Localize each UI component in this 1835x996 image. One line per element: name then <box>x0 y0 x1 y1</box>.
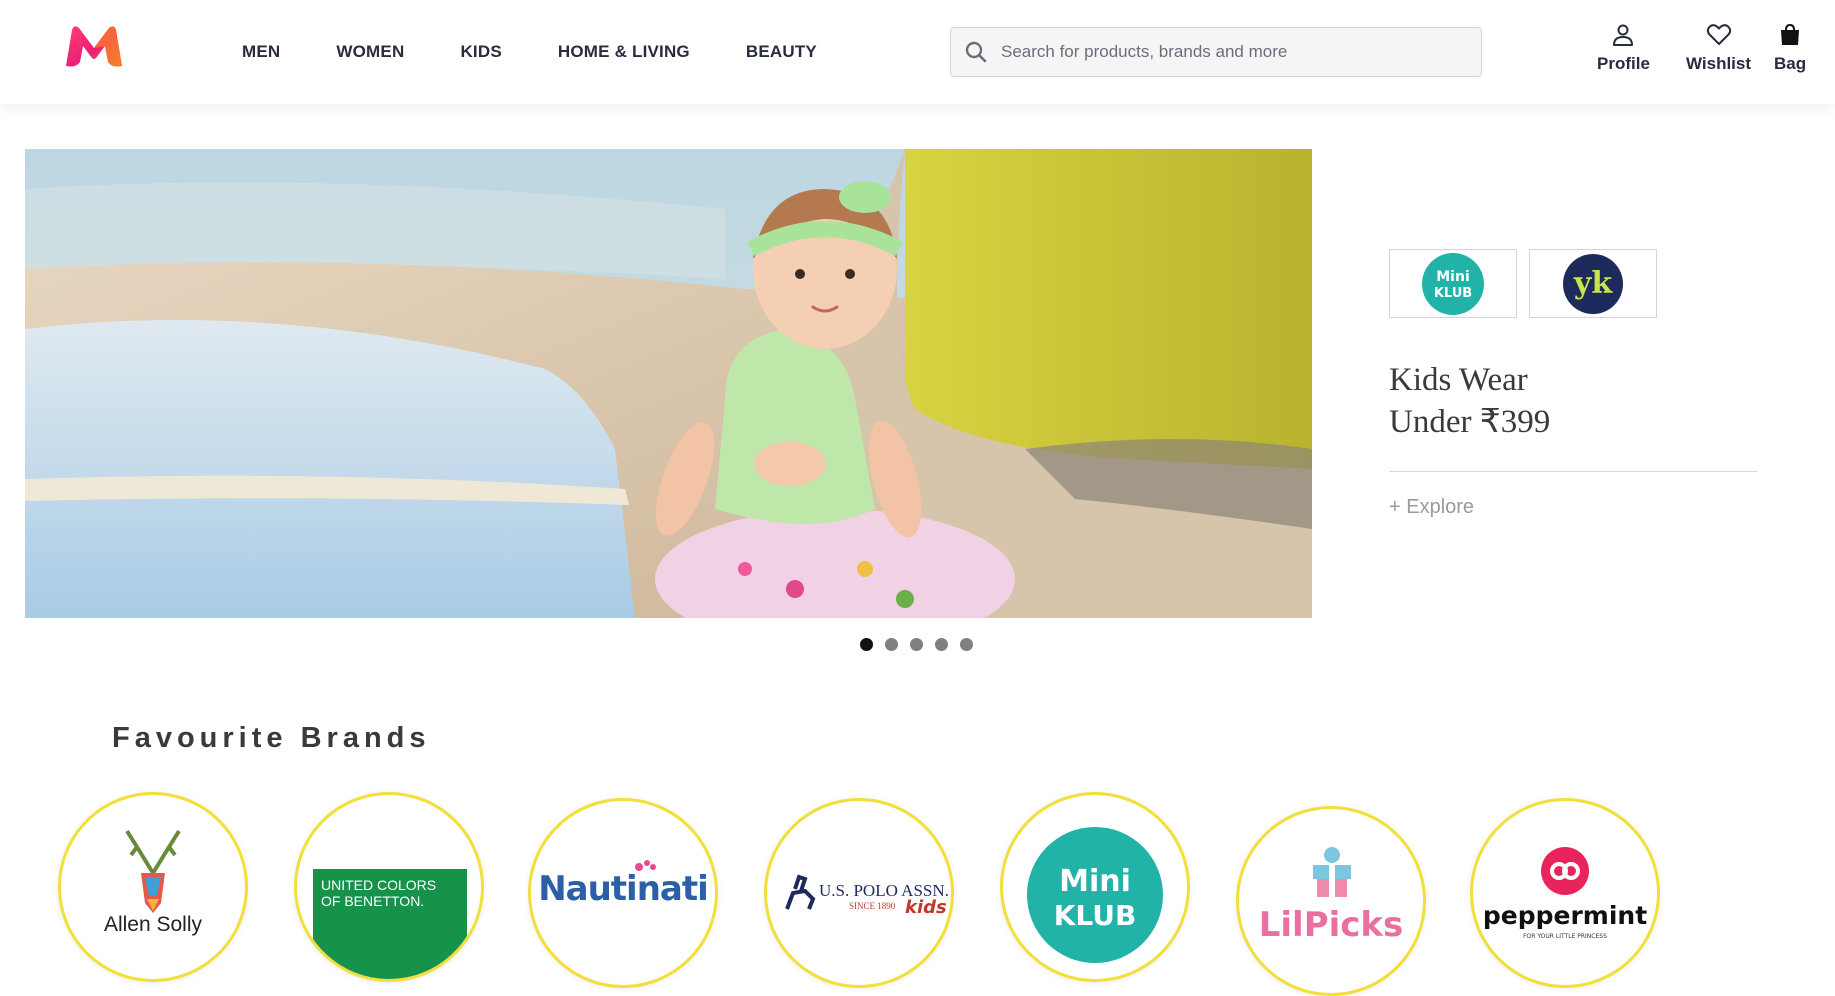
search-icon[interactable] <box>951 28 1001 76</box>
myntra-logo-icon[interactable] <box>62 22 126 70</box>
promo-brand-mini-klub[interactable]: Mini KLUB <box>1389 249 1517 318</box>
brand-circle: Allen Solly <box>58 792 248 982</box>
polo-player-icon <box>785 874 816 910</box>
wishlist-button[interactable]: Wishlist <box>1686 22 1751 74</box>
profile-button[interactable]: Profile <box>1597 22 1650 74</box>
brand-circle: peppermint FOR YOUR LITTLE PRINCESS <box>1470 798 1660 988</box>
nav-item-men[interactable]: MEN <box>242 42 280 62</box>
carousel-dot-3[interactable] <box>910 638 923 651</box>
svg-text:yk: yk <box>1573 266 1613 301</box>
peppermint-logo-text: peppermint <box>1482 901 1648 930</box>
user-icon <box>1611 22 1635 48</box>
promo-title: Kids Wear Under ₹399 <box>1389 359 1550 443</box>
promo-divider <box>1389 471 1757 472</box>
brand-tile-us-polo[interactable]: U.S. POLO ASSN. SINCE 1890 kids <box>748 784 984 988</box>
mini-klub-brand-logo: Mini KLUB <box>1027 827 1163 963</box>
mini-klub-logo: Mini KLUB <box>1422 252 1484 315</box>
benetton-logo-text: UNITED COLORS OF BENETTON. <box>321 877 437 909</box>
carousel-dot-5[interactable] <box>960 638 973 651</box>
carousel-dot-2[interactable] <box>885 638 898 651</box>
brand-tile-allen-solly[interactable]: Allen Solly <box>40 784 276 982</box>
brand-circle: LilPicks <box>1236 806 1426 996</box>
hero-banner[interactable] <box>25 149 1312 618</box>
nautinati-logo-text: Nautinati <box>538 869 709 909</box>
us-polo-kids-text: kids <box>905 897 947 918</box>
peppermint-swirl-icon <box>1541 847 1589 895</box>
nav-item-women[interactable]: WOMEN <box>336 42 404 62</box>
favourite-brands-title: Favourite Brands <box>112 722 431 754</box>
svg-text:KLUB: KLUB <box>1434 286 1472 301</box>
baby-on-beach-photo <box>25 149 1312 618</box>
brand-tile-benetton[interactable]: UNITED COLORS OF BENETTON. <box>276 784 512 982</box>
site-header: MEN WOMEN KIDS HOME & LIVING BEAUTY Prof… <box>0 0 1835 104</box>
brand-circle: Mini KLUB <box>1000 792 1190 982</box>
brand-circle: UNITED COLORS OF BENETTON. <box>294 792 484 982</box>
promo-brand-yk[interactable]: yk <box>1529 249 1657 318</box>
allen-solly-logo-text: Allen Solly <box>103 913 203 936</box>
carousel-dot-4[interactable] <box>935 638 948 651</box>
lilpicks-logo-text: LilPicks <box>1258 905 1404 945</box>
us-polo-since-text: SINCE 1890 <box>849 901 896 911</box>
main-nav: MEN WOMEN KIDS HOME & LIVING BEAUTY <box>242 0 873 104</box>
benetton-green-block: UNITED COLORS OF BENETTON. <box>313 869 467 979</box>
profile-label: Profile <box>1597 54 1650 73</box>
peppermint-tagline: FOR YOUR LITTLE PRINCESS <box>1523 933 1607 940</box>
stag-logo-icon <box>125 829 181 913</box>
svg-text:KLUB: KLUB <box>1054 899 1137 932</box>
bag-button[interactable]: Bag <box>1774 22 1806 74</box>
brand-tile-peppermint[interactable]: peppermint FOR YOUR LITTLE PRINCESS <box>1456 784 1692 988</box>
search-input[interactable] <box>1001 29 1461 75</box>
wishlist-label: Wishlist <box>1686 54 1752 73</box>
nav-item-kids[interactable]: KIDS <box>460 42 501 62</box>
carousel-dots <box>860 638 985 651</box>
you-got-plan-b-logo: yk <box>1563 253 1623 314</box>
nav-item-beauty[interactable]: BEAUTY <box>746 42 817 62</box>
paw-icon <box>635 860 656 871</box>
bag-label: Bag <box>1774 54 1807 73</box>
gift-icon <box>1313 847 1351 897</box>
heart-icon <box>1706 22 1732 48</box>
svg-text:Mini: Mini <box>1436 269 1470 285</box>
brand-tile-nautinati[interactable]: Nautinati <box>512 784 748 988</box>
explore-link[interactable]: + Explore <box>1389 496 1474 519</box>
brand-tile-mini-klub[interactable]: Mini KLUB <box>984 784 1220 982</box>
search-bar <box>950 27 1482 77</box>
svg-text:Mini: Mini <box>1059 864 1131 899</box>
brand-tile-lilpicks[interactable]: LilPicks <box>1220 784 1456 996</box>
brand-circle: U.S. POLO ASSN. SINCE 1890 kids <box>764 798 954 988</box>
promo-title-line2: Under ₹399 <box>1389 404 1551 440</box>
brand-circle: Nautinati <box>528 798 718 988</box>
bag-icon <box>1778 22 1802 48</box>
nav-item-home-living[interactable]: HOME & LIVING <box>558 42 690 62</box>
carousel-dot-1[interactable] <box>860 638 873 651</box>
promo-title-line1: Kids Wear <box>1389 362 1528 398</box>
